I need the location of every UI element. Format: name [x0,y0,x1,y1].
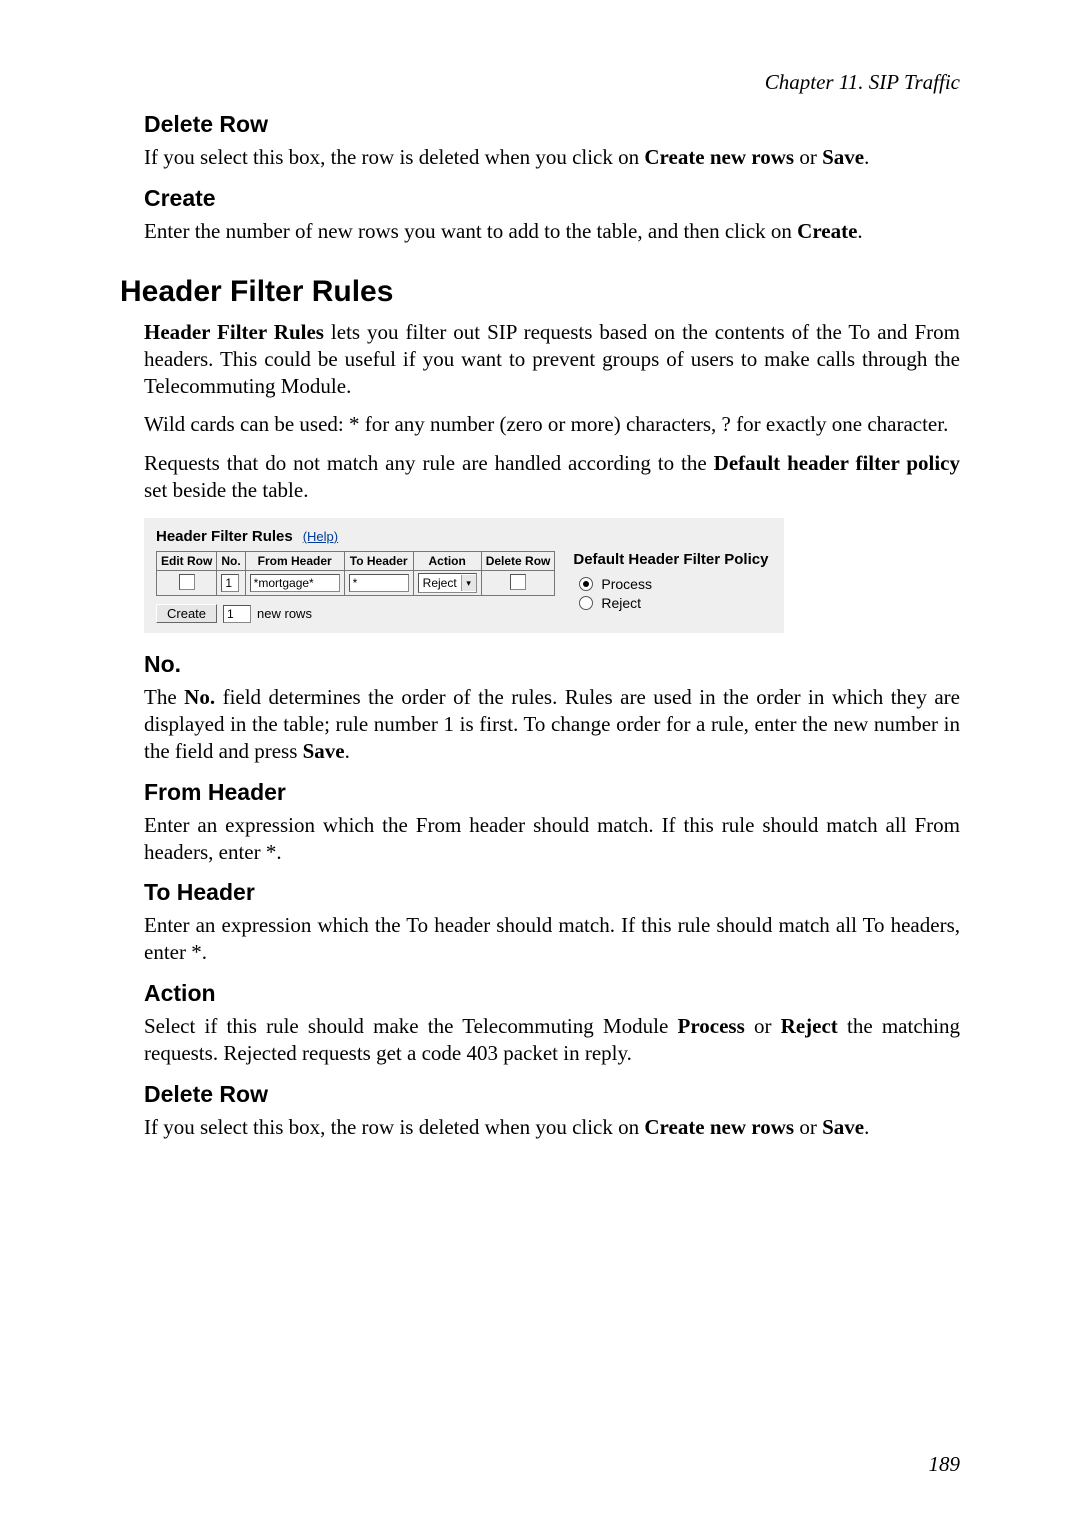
default-policy-title: Default Header Filter Policy [573,551,772,568]
para-delete-row-2: If you select this box, the row is delet… [144,1114,960,1141]
header-filter-table: Edit Row No. From Header To Header Actio… [156,551,555,596]
create-button[interactable]: Create [156,604,217,623]
para-hfr-3: Requests that do not match any rule are … [144,450,960,504]
table-row: Reject ▾ [157,571,555,596]
heading-no: No. [144,651,960,678]
figure-title: Header Filter Rules [156,528,293,545]
para-hfr-2: Wild cards can be used: * for any number… [144,411,960,438]
para-create: Enter the number of new rows you want to… [144,218,960,245]
text: . [857,219,862,243]
policy-process-label: Process [601,576,652,592]
table-header-row: Edit Row No. From Header To Header Actio… [157,552,555,571]
text: If you select this box, the row is delet… [144,1115,644,1139]
text-bold: No. [184,685,215,709]
text: or [794,1115,822,1139]
text-bold: Create new rows [644,145,794,169]
text-bold: Reject [781,1014,838,1038]
figure-table-and-create: Edit Row No. From Header To Header Actio… [156,551,555,623]
para-from-header: Enter an expression which the From heade… [144,812,960,866]
para-hfr-1: Header Filter Rules lets you filter out … [144,319,960,400]
text: . [864,145,869,169]
radio-icon [579,596,593,610]
text: set beside the table. [144,478,308,502]
text: . [345,739,350,763]
from-header-field[interactable] [250,574,340,592]
text-bold: Save [822,145,864,169]
text-bold: Header Filter Rules [144,320,324,344]
text: Requests that do not match any rule are … [144,451,714,475]
new-rows-count-field[interactable] [223,605,251,623]
col-to-header: To Header [344,552,413,571]
policy-reject-option[interactable]: Reject [579,595,772,611]
text-bold: Process [678,1014,745,1038]
new-rows-label: new rows [257,606,312,621]
chevron-down-icon: ▾ [461,575,476,591]
text-bold: Create [797,219,857,243]
help-link[interactable]: (Help) [303,529,338,544]
para-delete-row: If you select this box, the row is delet… [144,144,960,171]
text: The [144,685,184,709]
heading-delete-row-2: Delete Row [144,1081,960,1108]
figure-header-filter-rules: Header Filter Rules (Help) Edit Row No. … [144,518,784,633]
text-bold: Save [822,1115,864,1139]
action-select-value: Reject [423,576,457,590]
heading-delete-row: Delete Row [144,111,960,138]
action-select[interactable]: Reject ▾ [418,573,477,593]
heading-action: Action [144,980,960,1007]
heading-to-header: To Header [144,879,960,906]
radio-selected-icon [579,577,593,591]
col-action: Action [413,552,481,571]
col-delete-row: Delete Row [481,552,555,571]
para-action: Select if this rule should make the Tele… [144,1013,960,1067]
heading-create: Create [144,185,960,212]
default-policy-group: Default Header Filter Policy Process Rej… [573,551,772,614]
text: field determines the order of the rules.… [144,685,960,763]
edit-row-checkbox[interactable] [179,574,195,590]
para-to-header: Enter an expression which the To header … [144,912,960,966]
page-number: 189 [929,1452,961,1477]
col-from-header: From Header [245,552,344,571]
text: Select if this rule should make the Tele… [144,1014,678,1038]
para-no: The No. field determines the order of th… [144,684,960,765]
text: . [864,1115,869,1139]
policy-reject-label: Reject [601,595,641,611]
to-header-field[interactable] [349,574,409,592]
text-bold: Save [303,739,345,763]
policy-process-option[interactable]: Process [579,576,772,592]
heading-from-header: From Header [144,779,960,806]
no-field[interactable] [221,574,239,592]
heading-header-filter-rules: Header Filter Rules [120,275,960,309]
text-bold: Default header filter policy [714,451,960,475]
text: Enter the number of new rows you want to… [144,219,797,243]
col-no: No. [217,552,245,571]
col-edit-row: Edit Row [157,552,217,571]
delete-row-checkbox[interactable] [510,574,526,590]
text-bold: Create new rows [644,1115,794,1139]
text: If you select this box, the row is delet… [144,145,644,169]
text: or [745,1014,781,1038]
chapter-header: Chapter 11. SIP Traffic [120,70,960,95]
text: or [794,145,822,169]
